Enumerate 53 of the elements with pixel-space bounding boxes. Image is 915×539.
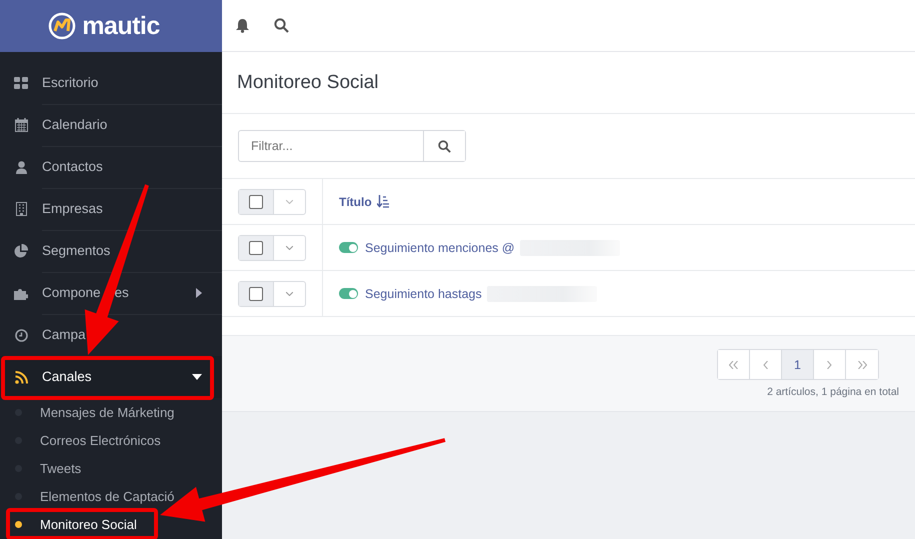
sidebar-item-label: Empresas [42,200,103,216]
chevron-left-icon [763,360,768,368]
search-icon [438,140,451,152]
search-icon[interactable] [274,18,289,33]
calendar-icon [14,118,28,132]
clock-icon [14,328,28,342]
row-title-link[interactable]: Seguimiento hastags [365,286,482,300]
grid-icon [14,77,28,89]
sidebar-item-label-end: es [114,284,129,300]
building-icon [16,202,26,216]
column-header[interactable]: Título [339,194,372,208]
rss-icon [14,370,28,384]
chevron-down-icon [286,246,293,250]
search-button[interactable] [423,131,465,161]
chevron-down-icon [286,200,293,204]
bell-icon[interactable] [235,18,250,33]
submenu-item[interactable]: Correos Electrónicos [0,426,163,454]
checkbox[interactable] [239,236,273,260]
puzzle-icon [14,286,28,300]
filter-field[interactable]: Filtrar... [238,130,466,162]
page-button[interactable]: 1 [782,350,814,379]
sidebar-item-label: Compone [42,284,101,300]
toggle-switch[interactable] [339,288,358,299]
logo-icon [48,12,76,40]
sidebar-item-label: Canales [42,369,92,384]
sidebar-item-label: Calendario [42,116,108,132]
toggle-switch[interactable] [339,242,358,253]
submenu-item[interactable]: Elementos de Captació [0,482,176,510]
brand-name: mautic [82,12,160,40]
filter-input[interactable]: Filtrar... [239,131,423,161]
checkbox[interactable] [239,282,273,306]
pie-chart-icon [14,244,28,258]
submenu-item[interactable]: Tweets [0,454,84,482]
bullet-icon [15,520,22,528]
row-title-link[interactable]: Seguimiento menciones @ [365,240,515,254]
sort-icon[interactable] [376,195,389,208]
sidebar-item-label: Contactos [42,158,103,174]
row-select-control[interactable] [238,234,306,260]
select-all-control[interactable] [238,188,306,214]
row-select-control[interactable] [238,280,306,306]
page-title: Monitoreo Social [237,72,379,94]
sidebar-item-label: Campa [42,326,86,342]
user-icon [16,160,26,174]
sidebar-item-label: Escritorio [42,74,98,90]
sidebar-item-label: Segmentos [42,242,110,258]
chevron-right-icon [827,360,832,368]
double-chevron-left-icon [729,360,738,368]
checkbox[interactable] [239,190,273,214]
submenu-item[interactable]: Mensajes de Márketing [0,398,176,426]
chevron-down-icon [286,292,293,296]
pagination-summary: 2 artículos, 1 página en total [767,386,899,398]
submenu-item[interactable]: Monitoreo Social [0,510,139,538]
double-chevron-right-icon [858,360,866,368]
